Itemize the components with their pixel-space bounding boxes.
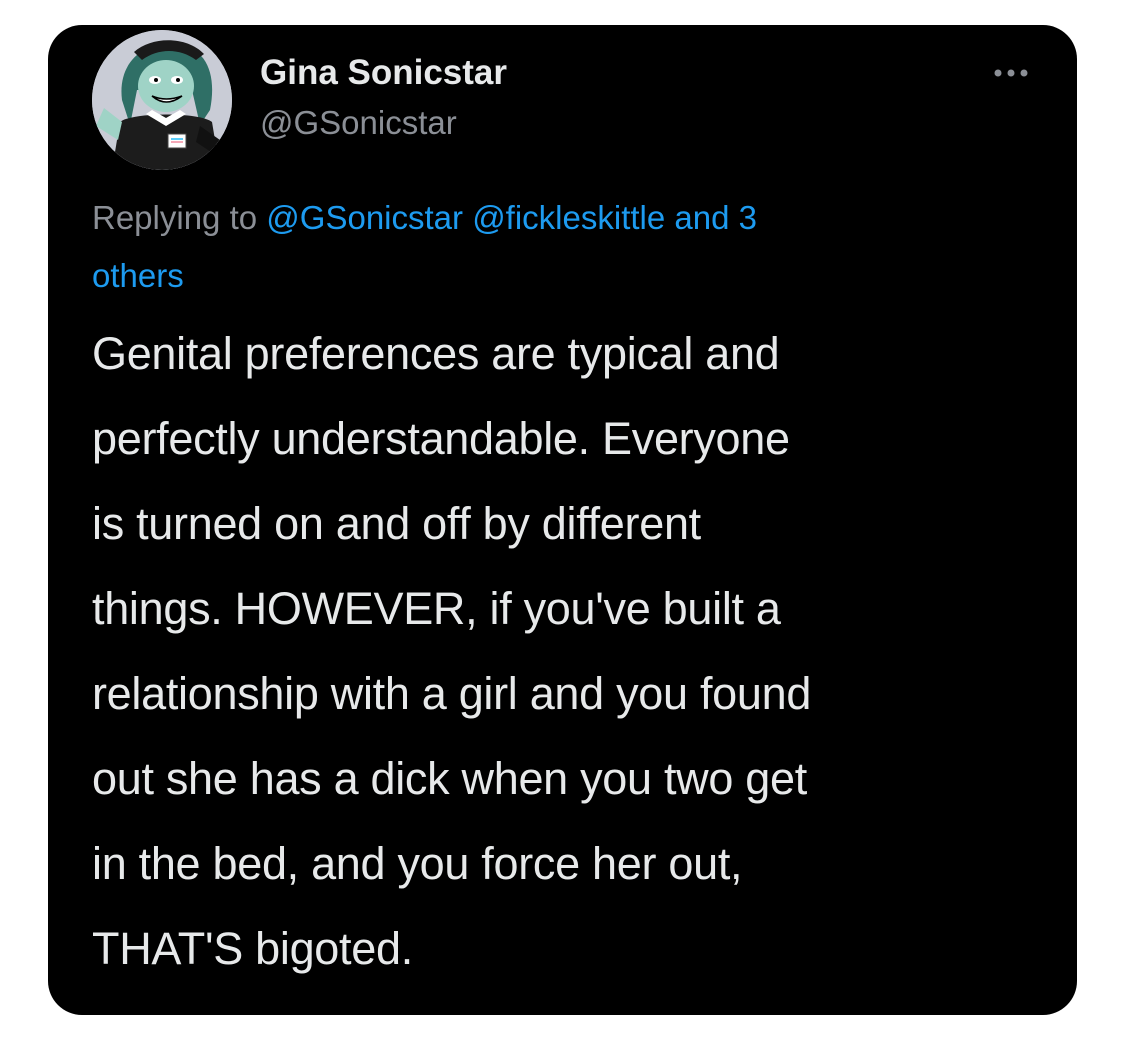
- tweet-text-line: is turned on and off by different: [92, 498, 701, 549]
- replying-to: Replying to @GSonicstar @fickleskittle a…: [92, 189, 992, 305]
- tweet-text-line: THAT'S bigoted.: [92, 923, 413, 974]
- tweet-text-line: relationship with a girl and you found: [92, 668, 812, 719]
- tweet-text-line: Genital preferences are typical and: [92, 328, 780, 379]
- tweet-text-line: perfectly understandable. Everyone: [92, 413, 790, 464]
- tweet-card: Gina Sonicstar @GSonicstar Replying to @…: [48, 25, 1077, 1015]
- mention-link[interactable]: @fickleskittle: [472, 199, 665, 236]
- more-horizontal-icon: [994, 69, 1028, 77]
- avatar[interactable]: [92, 30, 232, 170]
- replying-to-label: Replying to: [92, 199, 258, 236]
- tweet-text-line: in the bed, and you force her out,: [92, 838, 743, 889]
- avatar-illustration: [92, 30, 232, 170]
- author-name[interactable]: Gina Sonicstar: [260, 53, 507, 93]
- others-link-part1: and 3: [674, 199, 757, 236]
- more-options-button[interactable]: [989, 61, 1033, 85]
- others-link-part2: others: [92, 257, 184, 294]
- author-handle[interactable]: @GSonicstar: [260, 103, 457, 143]
- tweet-text-line: things. HOWEVER, if you've built a: [92, 583, 781, 634]
- tweet-text-line: out she has a dick when you two get: [92, 753, 807, 804]
- tweet-text: Genital preferences are typical and perf…: [92, 311, 1052, 991]
- mention-link[interactable]: @GSonicstar: [266, 199, 463, 236]
